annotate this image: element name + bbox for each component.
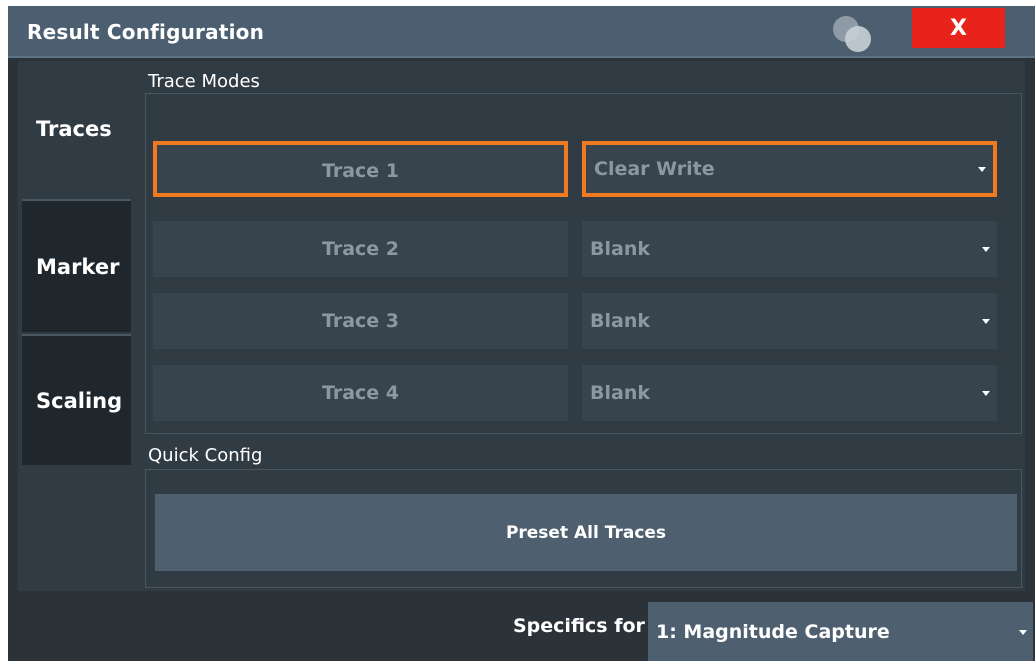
- specifics-value: 1: Magnitude Capture: [656, 620, 890, 643]
- specifics-for-label: Specifics for: [513, 615, 645, 637]
- tab-label: Scaling: [36, 388, 123, 413]
- chevron-down-icon: [982, 247, 990, 252]
- trace-mode-value: Blank: [590, 238, 650, 260]
- chevron-down-icon: [982, 391, 990, 396]
- dialog-title: Result Configuration: [27, 20, 265, 44]
- quick-config-label: Quick Config: [148, 445, 263, 466]
- trace-3-mode-dropdown[interactable]: Blank: [582, 293, 997, 349]
- trace-label: Trace 2: [321, 238, 400, 260]
- trace-2-mode-dropdown[interactable]: Blank: [582, 221, 997, 277]
- chevron-down-icon: [978, 167, 986, 172]
- title-bar: Result Configuration X: [8, 6, 1035, 58]
- chevron-down-icon: [982, 319, 990, 324]
- chevron-down-icon: [1019, 629, 1027, 635]
- trace-1-button[interactable]: Trace 1: [153, 141, 568, 197]
- tab-label: Traces: [36, 116, 112, 141]
- tab-label: Marker: [36, 254, 120, 279]
- trace-modes-label: Trace Modes: [148, 71, 260, 92]
- tab-scaling[interactable]: Scaling: [22, 334, 131, 465]
- tab-marker[interactable]: Marker: [22, 199, 131, 332]
- specifics-dropdown[interactable]: 1: Magnitude Capture: [648, 602, 1033, 661]
- preset-label: Preset All Traces: [505, 522, 667, 543]
- trace-label: Trace 1: [321, 160, 400, 182]
- trace-1-mode-dropdown[interactable]: Clear Write: [582, 141, 997, 197]
- trace-4-button[interactable]: Trace 4: [153, 365, 568, 421]
- trace-label: Trace 3: [321, 310, 400, 332]
- trace-label: Trace 4: [321, 382, 400, 404]
- dialog-content: Traces Marker Scaling Trace Modes Trace …: [18, 61, 1025, 591]
- close-icon: X: [950, 15, 967, 41]
- close-button[interactable]: X: [912, 8, 1005, 48]
- trace-3-button[interactable]: Trace 3: [153, 293, 568, 349]
- preset-all-traces-button[interactable]: Preset All Traces: [155, 494, 1017, 571]
- trace-mode-value: Blank: [590, 310, 650, 332]
- trace-4-mode-dropdown[interactable]: Blank: [582, 365, 997, 421]
- tab-traces[interactable]: Traces: [22, 61, 131, 196]
- overlap-circles-icon: [833, 16, 871, 52]
- trace-mode-value: Clear Write: [594, 158, 715, 180]
- result-configuration-dialog: Result Configuration X Traces Marker Sca…: [8, 6, 1035, 661]
- trace-2-button[interactable]: Trace 2: [153, 221, 568, 277]
- trace-mode-value: Blank: [590, 382, 650, 404]
